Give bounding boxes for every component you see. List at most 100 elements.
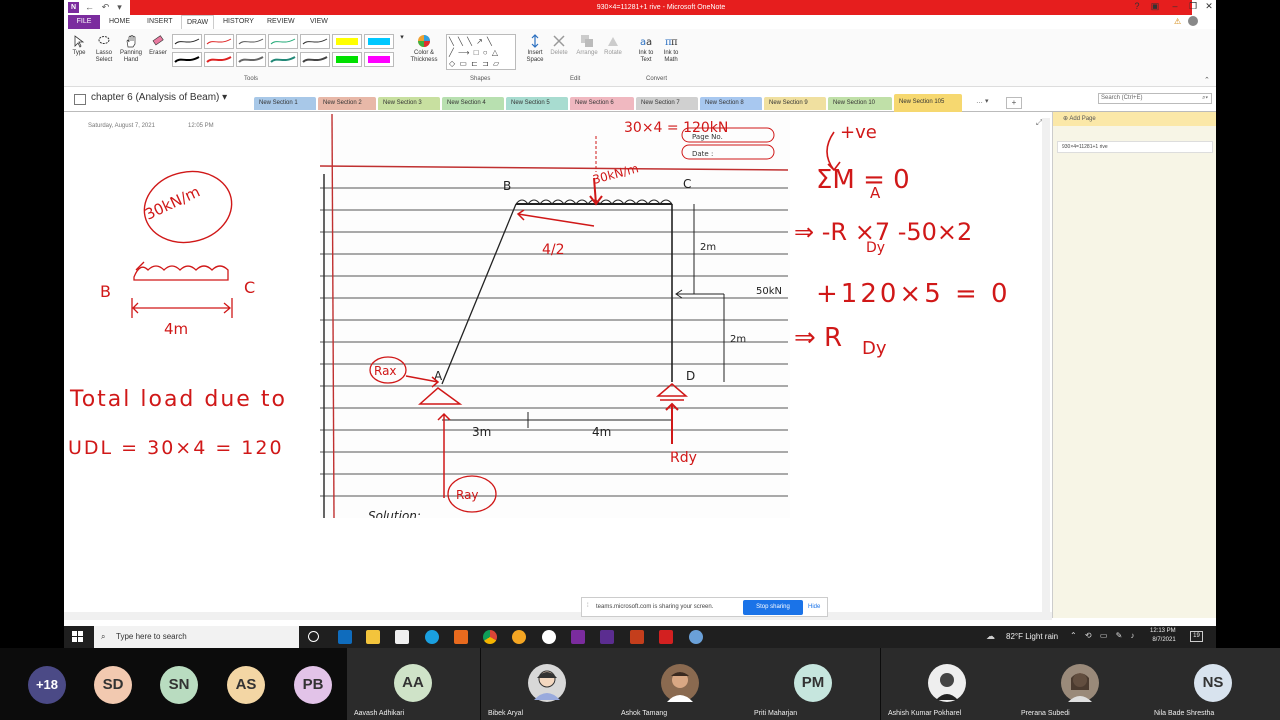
quick-access-chevron-icon[interactable]: ▾ [114,2,125,13]
lasso-select-button[interactable]: Lasso Select [92,34,116,64]
pen-teal[interactable] [268,52,298,67]
section-tab[interactable]: New Section 9 [764,97,826,110]
highlighter-magenta[interactable] [364,52,394,67]
notifications-icon[interactable]: 19 [1190,631,1203,642]
store-icon[interactable] [395,630,409,644]
edge-icon[interactable] [425,630,439,644]
tab-insert[interactable]: INSERT [142,15,178,29]
insert-space-button[interactable]: Insert Space [524,34,546,64]
pen-green[interactable] [268,34,298,49]
drag-handle-icon[interactable]: ⁞ [587,603,589,609]
highlighter-yellow[interactable] [332,34,362,49]
participant-tile[interactable]: PM Priti Maharjan [747,648,880,720]
add-section-button[interactable]: + [1006,97,1022,109]
onenote-2-icon[interactable] [600,630,614,644]
account-avatar[interactable] [1188,16,1198,26]
participant-avatar[interactable]: PB [294,666,332,704]
onenote-taskbar-icon[interactable] [571,630,585,644]
close-icon[interactable]: ✕ [1202,1,1216,12]
section-tab[interactable]: New Section 105 [894,94,962,112]
highlighter-cyan[interactable] [364,34,394,49]
minimize-icon[interactable]: – [1168,1,1182,11]
eraser-button[interactable]: Eraser [146,34,170,57]
panning-hand-button[interactable]: Panning Hand [118,34,144,64]
powerpoint-icon[interactable] [630,630,644,644]
pen-darkgray[interactable] [300,52,330,67]
section-tab[interactable]: New Section 10 [828,97,892,110]
participant-tile[interactable]: AA Aavash Adhikari [347,648,480,720]
pen-gray[interactable] [236,34,266,49]
section-tab[interactable]: New Section 7 [636,97,698,110]
help-icon[interactable]: ? [1130,1,1144,11]
section-tab[interactable]: New Section 2 [318,97,376,110]
highlighter-green[interactable] [332,52,362,67]
type-button[interactable]: Type [68,34,90,57]
arrange-button[interactable]: Arrange [574,34,600,57]
shapes-gallery[interactable]: ╲ ╲ ╲ ↗ ╲ ╱ ⟶ □ ○ △ ◇ ▭ ⊏ ⊐ ▱ [446,34,516,70]
vertical-scrollbar[interactable] [1042,118,1050,616]
restore-icon[interactable]: ❐ [1186,1,1200,12]
task-view-icon[interactable] [308,631,319,642]
system-tray-icons[interactable]: ⌃ ⟲ ▭ ✎ ♪ [1070,631,1138,640]
page-canvas[interactable]: Saturday, August 7, 2021 12:05 PM ⤢ 30kN… [64,112,1052,618]
delete-button[interactable]: Delete [548,34,570,57]
back-icon[interactable]: ← [84,2,95,13]
tab-history[interactable]: HISTORY [218,15,259,29]
participant-tile[interactable]: Ashish Kumar Pokharel [881,648,1014,720]
participant-tile[interactable]: Ashok Tamang [614,648,747,720]
tab-draw[interactable]: DRAW [181,15,215,29]
chrome-icon[interactable] [483,630,497,644]
section-tab[interactable]: New Section 1 [254,97,316,110]
section-tab[interactable]: New Section 5 [506,97,568,110]
participant-tile[interactable]: Bibek Aryal [481,648,614,720]
pen-gray-thick[interactable] [236,52,266,67]
clock[interactable]: 12:13 PM 8/7/2021 [1150,627,1176,645]
pen-black-thick[interactable] [172,52,202,67]
participant-avatar[interactable]: AS [227,666,265,704]
stop-sharing-button[interactable]: Stop sharing [743,600,803,615]
acrobat-icon[interactable] [659,630,673,644]
section-tab[interactable]: New Section 3 [378,97,440,110]
ink-to-text-button[interactable]: aa Ink to Text [634,34,658,64]
ribbon-display-icon[interactable]: ▣ [1148,1,1162,12]
windows-start-icon[interactable] [72,631,83,642]
chrome-canary-icon[interactable] [512,630,526,644]
color-thickness-button[interactable]: Color & Thickness [408,34,440,64]
search-input[interactable]: Search (Ctrl+E) ⌕▾ [1098,93,1212,104]
participant-tile[interactable]: NS Nila Bade Shrestha [1147,648,1280,720]
undo-icon[interactable]: ↶ [100,2,111,13]
mail-app-icon[interactable] [338,630,352,644]
participant-avatar[interactable]: SN [160,666,198,704]
section-tab[interactable]: New Section 8 [700,97,762,110]
page-list-item[interactable]: 930×4=11281+1 rive [1057,141,1213,153]
wps-icon[interactable] [542,630,556,644]
section-tab[interactable]: New Section 6 [570,97,634,110]
add-page-button[interactable]: ⊕ Add Page [1053,112,1216,126]
notebook-title[interactable]: chapter 6 (Analysis of Beam) ▾ [91,92,227,103]
pen-red-thin[interactable] [204,34,234,49]
pens-more-chevron-icon[interactable]: ▾ [398,34,406,41]
warning-icon[interactable]: ⚠ [1174,17,1181,26]
file-explorer-icon[interactable] [366,630,380,644]
rotate-button[interactable]: Rotate [602,34,624,57]
hide-button[interactable]: Hide [808,604,820,610]
weather-text[interactable]: 82°F Light rain [1006,632,1058,641]
sections-more-icon[interactable]: … ▾ [976,97,988,105]
tab-review[interactable]: REVIEW [262,15,300,29]
ink-to-math-button[interactable]: ππ Ink to Math [659,34,683,64]
app-orange-icon[interactable] [454,630,468,644]
pen-black-thin[interactable] [172,34,202,49]
pen-dark[interactable] [300,34,330,49]
app-blue-icon[interactable] [689,630,703,644]
participant-avatar[interactable]: SD [94,666,132,704]
tab-home[interactable]: HOME [104,15,135,29]
taskbar-search[interactable]: ⌕ Type here to search [94,626,299,648]
participant-tile[interactable]: Prerana Subedi [1014,648,1147,720]
horizontal-scrollbar[interactable] [64,612,1052,620]
tab-view[interactable]: VIEW [305,15,333,29]
section-tab[interactable]: New Section 4 [442,97,504,110]
pen-red-thick[interactable] [204,52,234,67]
tab-file[interactable]: FILE [68,15,100,29]
more-participants-button[interactable]: +18 [28,666,66,704]
collapse-ribbon-icon[interactable]: ⌃ [1204,76,1210,84]
